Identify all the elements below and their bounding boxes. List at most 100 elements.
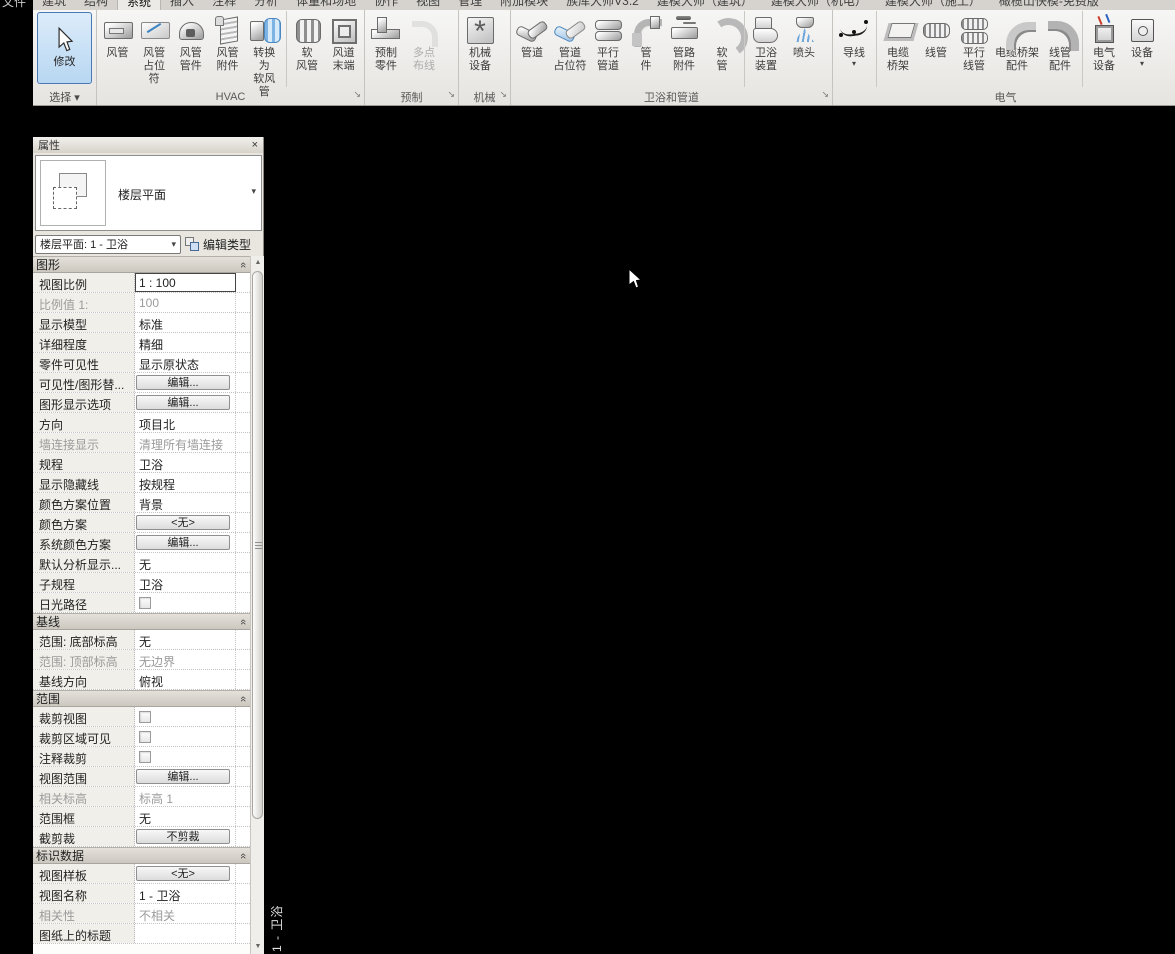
ribbon-tab[interactable]: 建筑 bbox=[33, 0, 75, 10]
property-value[interactable]: 1 : 100 bbox=[135, 273, 236, 292]
ribbon-button[interactable]: 平行 线管 ▾ bbox=[955, 11, 993, 87]
ribbon-tab[interactable]: 协作 bbox=[365, 0, 407, 10]
ribbon-button[interactable]: 管道 ▾ bbox=[513, 11, 551, 87]
ribbon-tab[interactable]: 体量和场地 bbox=[287, 0, 365, 10]
properties-scrollbar[interactable]: ▲ ▼ bbox=[250, 256, 264, 954]
property-value[interactable]: 不相关 bbox=[135, 904, 236, 923]
ribbon-button[interactable]: 电缆 桥架 ▾ bbox=[876, 11, 917, 87]
property-value[interactable]: 卫浴 bbox=[135, 453, 236, 472]
property-edit-button[interactable]: 编辑... bbox=[136, 769, 230, 784]
property-label: 比例值 1: bbox=[33, 293, 135, 312]
ribbon-button[interactable]: 软 风管 ▾ bbox=[285, 11, 326, 87]
ribbon-button[interactable]: 设备 ▾ bbox=[1123, 11, 1161, 87]
ribbon-tab[interactable]: 建模大师（机电） bbox=[762, 0, 876, 10]
property-value[interactable]: 标高 1 bbox=[135, 787, 236, 806]
ribbon-tab[interactable]: 视图 bbox=[407, 0, 449, 10]
ribbon-button[interactable]: 电气 设备 ▾ bbox=[1082, 11, 1123, 87]
ribbon-tab[interactable]: 建模大师（施工） bbox=[876, 0, 990, 10]
ribbon-tab[interactable]: 附加模块 bbox=[491, 0, 557, 10]
property-edit-button[interactable]: 编辑... bbox=[136, 395, 230, 410]
property-value[interactable]: 无 bbox=[135, 630, 236, 649]
collapse-icon[interactable]: « bbox=[237, 261, 249, 267]
ribbon-tab[interactable]: 管理 bbox=[449, 0, 491, 10]
property-edit-button[interactable]: 编辑... bbox=[136, 535, 230, 550]
property-value[interactable]: 无 bbox=[135, 553, 236, 572]
scroll-up-icon[interactable]: ▲ bbox=[251, 256, 265, 269]
property-value[interactable]: 按规程 bbox=[135, 473, 236, 492]
ribbon-button[interactable]: 线管 配件 ▾ bbox=[1041, 11, 1079, 87]
ribbon-button[interactable]: 多点 布线 ▾ bbox=[405, 11, 443, 87]
property-value[interactable]: 无 bbox=[135, 807, 236, 826]
panel-launcher-icon[interactable]: ↘ bbox=[821, 89, 829, 100]
ribbon-button[interactable]: 管 件 ▾ bbox=[627, 11, 665, 87]
ribbon-tab[interactable]: 系统 bbox=[117, 0, 162, 10]
collapse-icon[interactable]: « bbox=[237, 618, 249, 624]
ribbon-button[interactable]: 风管 占位符 ▾ bbox=[136, 11, 173, 87]
ribbon-tab[interactable]: 橄榄山快模-免费版 bbox=[990, 0, 1108, 10]
type-selector[interactable]: 楼层平面 ▾ bbox=[35, 155, 262, 231]
scrollbar-thumb[interactable] bbox=[252, 271, 263, 819]
ribbon-button[interactable]: 导线 ▾ bbox=[835, 11, 873, 87]
ribbon-button[interactable]: 风管 管件 ▾ bbox=[172, 11, 209, 87]
property-checkbox[interactable] bbox=[139, 731, 151, 743]
ribbon-button[interactable]: 电缆桥架 配件 ▾ bbox=[993, 11, 1041, 87]
edit-type-button[interactable]: 编辑类型 bbox=[185, 236, 251, 253]
collapse-icon[interactable]: « bbox=[237, 852, 249, 858]
ribbon-button[interactable]: 喷头 ▾ bbox=[785, 11, 823, 87]
properties-titlebar[interactable]: 属性 × bbox=[33, 137, 263, 153]
ribbon-button[interactable]: 管路 附件 ▾ bbox=[665, 11, 703, 87]
ribbon-tab[interactable]: 族库大师V3.2 bbox=[557, 0, 648, 10]
select-dropdown[interactable]: 选择 ▾ bbox=[49, 89, 80, 105]
ribbon-button[interactable]: 机械 设备 ▾ bbox=[461, 11, 499, 87]
property-edit-button[interactable]: 编辑... bbox=[136, 375, 230, 390]
ribbon-tab[interactable]: 分析 bbox=[245, 0, 287, 10]
collapse-icon[interactable]: « bbox=[237, 695, 249, 701]
property-section-header[interactable]: 范围 « bbox=[33, 690, 250, 707]
panel-launcher-icon[interactable]: ↘ bbox=[353, 89, 361, 100]
property-value[interactable]: 清理所有墙连接 bbox=[135, 433, 236, 452]
ribbon-button[interactable]: 平行 管道 ▾ bbox=[589, 11, 627, 87]
property-checkbox[interactable] bbox=[139, 751, 151, 763]
ribbon-button[interactable]: 卫浴 装置 ▾ bbox=[744, 11, 785, 87]
property-value[interactable]: 精细 bbox=[135, 333, 236, 352]
property-edit-button[interactable]: <无> bbox=[136, 515, 230, 530]
property-value[interactable]: 1 - 卫浴 bbox=[135, 884, 236, 903]
ribbon-tab[interactable]: 注释 bbox=[203, 0, 245, 10]
property-value[interactable]: 俯视 bbox=[135, 670, 236, 689]
close-icon[interactable]: × bbox=[252, 140, 258, 151]
property-section-header[interactable]: 标识数据 « bbox=[33, 847, 250, 864]
property-value[interactable] bbox=[135, 924, 236, 943]
ribbon-button-icon bbox=[705, 14, 739, 46]
ribbon-button[interactable]: 软 管 ▾ bbox=[703, 11, 741, 87]
view-selector-combobox[interactable]: 楼层平面: 1 - 卫浴 ▾ bbox=[35, 234, 181, 254]
ribbon-button[interactable]: 风管 ▾ bbox=[99, 11, 136, 87]
property-value[interactable]: 标准 bbox=[135, 313, 236, 332]
ribbon-button[interactable]: 预制 零件 ▾ bbox=[367, 11, 405, 87]
property-value[interactable]: 项目北 bbox=[135, 413, 236, 432]
property-value[interactable]: 无边界 bbox=[135, 650, 236, 669]
property-edit-button[interactable]: <无> bbox=[136, 866, 230, 881]
ribbon-button[interactable]: 转换为 软风管 ▾ bbox=[246, 11, 283, 98]
scroll-down-icon[interactable]: ▼ bbox=[251, 940, 265, 953]
property-section-header[interactable]: 图形 « bbox=[33, 256, 250, 273]
panel-launcher-icon[interactable]: ↘ bbox=[447, 89, 455, 100]
ribbon-button[interactable]: 风管 附件 ▾ bbox=[209, 11, 246, 87]
property-value[interactable]: 显示原状态 bbox=[135, 353, 236, 372]
property-checkbox[interactable] bbox=[139, 711, 151, 723]
property-checkbox[interactable] bbox=[139, 597, 151, 609]
ribbon-tab[interactable]: 建模大师（建筑） bbox=[648, 0, 762, 10]
panel-label-mechanical: 机械 bbox=[473, 91, 496, 104]
property-value[interactable]: 卫浴 bbox=[135, 573, 236, 592]
ribbon-tab[interactable]: 结构 bbox=[75, 0, 117, 10]
chevron-down-icon[interactable]: ▾ bbox=[251, 186, 256, 197]
modify-button[interactable]: 修改 bbox=[37, 12, 92, 84]
ribbon-tab[interactable]: 插入 bbox=[161, 0, 203, 10]
ribbon-button[interactable]: 管道 占位符 ▾ bbox=[551, 11, 589, 87]
property-value[interactable]: 100 bbox=[135, 293, 236, 312]
panel-launcher-icon[interactable]: ↘ bbox=[499, 89, 507, 100]
property-section-header[interactable]: 基线 « bbox=[33, 613, 250, 630]
ribbon-button[interactable]: 风道 末端 ▾ bbox=[325, 11, 362, 87]
property-value[interactable]: 背景 bbox=[135, 493, 236, 512]
ribbon-button[interactable]: 线管 ▾ bbox=[917, 11, 955, 87]
property-edit-button[interactable]: 不剪裁 bbox=[136, 829, 230, 844]
